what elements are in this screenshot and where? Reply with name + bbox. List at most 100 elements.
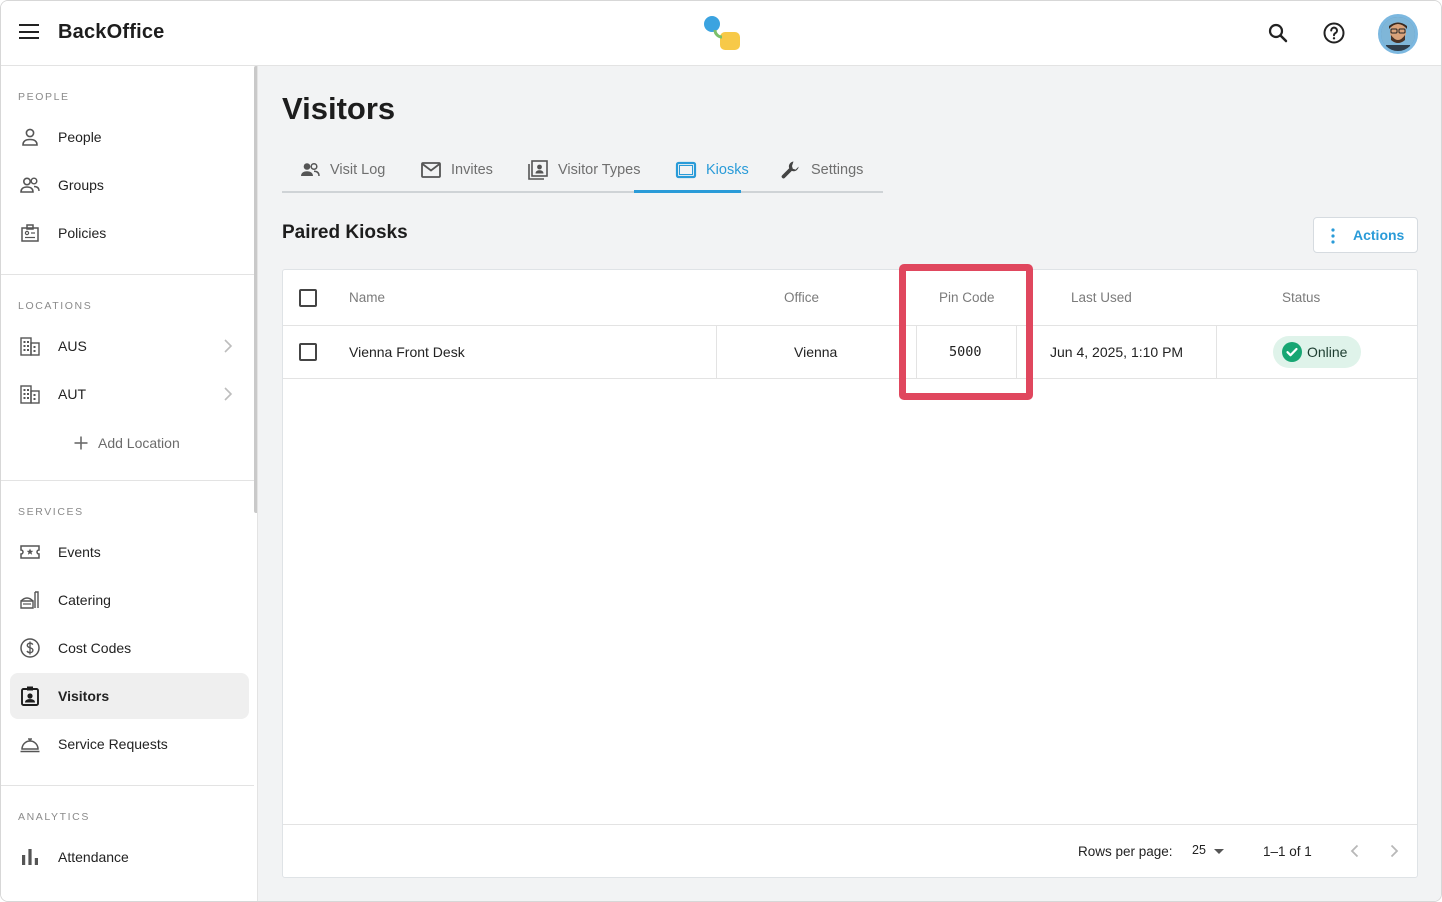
sidebar: PEOPLE People Groups Policies LOCATIONS … <box>1 66 258 901</box>
section-title: Paired Kiosks <box>282 222 408 243</box>
building-icon <box>20 385 40 404</box>
id-card-icon <box>528 159 548 180</box>
sidebar-item-label: Events <box>58 544 101 560</box>
sidebar-item-events[interactable]: Events <box>10 529 249 575</box>
tab-label: Invites <box>451 161 493 178</box>
column-header-status[interactable]: Status <box>1282 290 1320 305</box>
row-checkbox[interactable] <box>299 343 317 361</box>
sidebar-item-people[interactable]: People <box>10 114 249 160</box>
active-tab-indicator <box>634 190 741 193</box>
chevron-right-icon <box>224 387 233 401</box>
top-bar: BackOffice <box>1 1 1441 66</box>
user-avatar[interactable] <box>1378 14 1418 54</box>
help-icon[interactable] <box>1322 21 1346 45</box>
kiosk-office: Vienna <box>794 344 838 360</box>
sidebar-divider <box>1 274 254 275</box>
tab-kiosks[interactable]: Kiosks <box>675 146 749 193</box>
avatar-face-icon <box>1381 17 1415 51</box>
tab-visit-log[interactable]: Visit Log <box>299 146 385 193</box>
building-icon <box>20 337 40 356</box>
next-page-icon[interactable] <box>1384 841 1404 861</box>
sidebar-item-label: Service Requests <box>58 736 168 752</box>
more-vert-icon <box>1331 228 1335 244</box>
rows-per-page-value: 25 <box>1192 843 1206 857</box>
section-label-analytics: ANALYTICS <box>18 811 90 823</box>
group-icon <box>20 177 40 193</box>
dollar-icon <box>20 638 40 658</box>
kiosk-name: Vienna Front Desk <box>349 344 465 360</box>
section-label-people: PEOPLE <box>18 91 70 103</box>
add-location-label: Add Location <box>98 435 180 451</box>
ticket-icon <box>20 545 40 559</box>
sidebar-divider <box>1 785 254 786</box>
cell-divider <box>916 326 917 379</box>
sidebar-item-label: Attendance <box>58 849 129 865</box>
pagination-range: 1–1 of 1 <box>1263 844 1312 859</box>
tab-invites[interactable]: Invites <box>420 146 493 193</box>
search-icon[interactable] <box>1266 21 1290 45</box>
mail-icon <box>421 161 441 178</box>
app-title: BackOffice <box>58 21 165 43</box>
chevron-right-icon <box>224 339 233 353</box>
brand-logo <box>704 16 740 50</box>
app-window: BackOffice PEOPLE People Groups Policies… <box>0 0 1442 902</box>
sidebar-item-label: Policies <box>58 225 107 241</box>
tab-label: Visitor Types <box>558 161 641 178</box>
add-location-button[interactable]: Add Location <box>73 435 180 451</box>
tab-settings[interactable]: Settings <box>780 146 863 193</box>
kiosks-table: Name Office Pin Code Last Used Status Vi… <box>282 269 1418 878</box>
sidebar-item-attendance[interactable]: Attendance <box>10 834 249 880</box>
select-all-checkbox[interactable] <box>299 289 317 307</box>
wrench-icon <box>781 161 799 178</box>
catering-icon <box>20 591 39 609</box>
column-header-pin-code[interactable]: Pin Code <box>939 290 995 305</box>
sidebar-item-label: AUT <box>58 386 86 402</box>
menu-icon[interactable] <box>19 24 39 42</box>
rows-per-page-select[interactable]: 25 <box>1192 843 1228 863</box>
sidebar-item-service-requests[interactable]: Service Requests <box>10 721 249 767</box>
actions-button[interactable]: Actions <box>1313 217 1418 253</box>
main-content: Visitors Visit Log Invites Visitor Types… <box>258 66 1441 901</box>
column-header-last-used[interactable]: Last Used <box>1071 290 1132 305</box>
sidebar-item-aut[interactable]: AUT <box>10 371 249 417</box>
tab-bar: Visit Log Invites Visitor Types Kiosks S… <box>282 146 883 193</box>
sidebar-item-label: Cost Codes <box>58 640 132 656</box>
policy-icon <box>21 224 39 242</box>
actions-label: Actions <box>1353 227 1405 243</box>
rows-per-page-label: Rows per page: <box>1078 844 1173 859</box>
cell-divider <box>1016 326 1017 379</box>
badge-icon <box>21 686 39 706</box>
section-label-services: SERVICES <box>18 506 84 518</box>
tab-visitor-types[interactable]: Visitor Types <box>527 146 640 193</box>
sidebar-item-label: Catering <box>58 592 111 608</box>
tablet-icon <box>675 161 697 178</box>
cell-divider <box>1216 326 1217 379</box>
tab-label: Kiosks <box>706 161 749 178</box>
sidebar-item-label: Visitors <box>58 688 110 704</box>
status-text: Online <box>1307 344 1348 360</box>
sidebar-item-policies[interactable]: Policies <box>10 210 249 256</box>
person-icon <box>22 128 38 146</box>
table-pagination: Rows per page: 25 1–1 of 1 <box>283 824 1417 878</box>
tab-label: Visit Log <box>330 161 386 178</box>
plus-icon <box>74 436 88 450</box>
sidebar-item-groups[interactable]: Groups <box>10 162 249 208</box>
tab-label: Settings <box>811 161 864 178</box>
table-header: Name Office Pin Code Last Used Status <box>283 270 1417 326</box>
kiosk-last-used: Jun 4, 2025, 1:10 PM <box>1050 344 1184 360</box>
table-row[interactable]: Vienna Front Desk Vienna 5000 Jun 4, 202… <box>283 326 1417 379</box>
column-header-name[interactable]: Name <box>349 290 385 305</box>
sidebar-item-label: Groups <box>58 177 104 193</box>
sidebar-divider <box>1 480 254 481</box>
column-header-office[interactable]: Office <box>784 290 819 305</box>
sidebar-item-visitors[interactable]: Visitors <box>10 673 249 719</box>
sidebar-item-aus[interactable]: AUS <box>10 323 249 369</box>
sidebar-item-cost-codes[interactable]: Cost Codes <box>10 625 249 671</box>
status-badge: Online <box>1273 336 1361 368</box>
dropdown-caret-icon <box>1214 849 1224 854</box>
bell-icon <box>20 738 40 753</box>
sidebar-item-label: AUS <box>58 338 87 354</box>
previous-page-icon[interactable] <box>1345 841 1365 861</box>
kiosk-pin-code: 5000 <box>949 344 982 360</box>
sidebar-item-catering[interactable]: Catering <box>10 577 249 623</box>
